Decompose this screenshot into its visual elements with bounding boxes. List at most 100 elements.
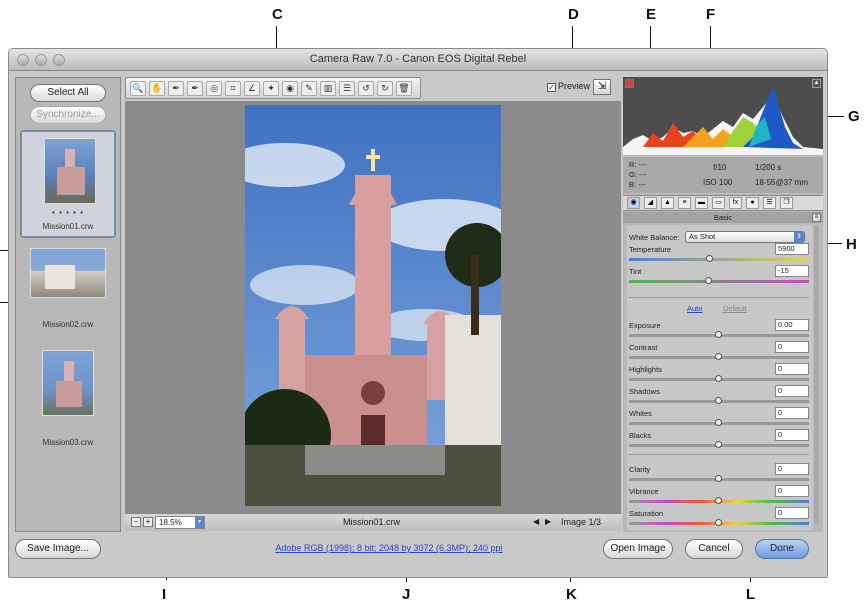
white-balance-label: White Balance: <box>629 233 680 242</box>
shutter-value: 1/200 s <box>755 163 782 172</box>
title-bar[interactable]: Camera Raw 7.0 - Canon EOS Digital Rebel <box>9 49 827 71</box>
next-image-icon[interactable]: ▶ <box>545 517 551 526</box>
whites-label: Whites <box>629 409 652 418</box>
full-screen-toggle-button[interactable]: ⇲ <box>593 79 611 95</box>
window-title: Camera Raw 7.0 - Canon EOS Digital Rebel <box>309 53 527 65</box>
filmstrip: Select All Synchronize... • • • • • Miss… <box>15 77 121 532</box>
default-link[interactable]: Default <box>723 304 747 313</box>
workflow-options-link[interactable]: Adobe RGB (1998); 8 bit; 2048 by 3072 (6… <box>219 543 559 553</box>
filmstrip-item-mission01[interactable]: • • • • • Mission01.crw <box>20 130 116 238</box>
trash-icon[interactable]: 🗑 <box>396 81 412 96</box>
blacks-knob[interactable] <box>715 441 722 448</box>
thumbnail-label: Mission02.crw <box>42 320 94 329</box>
callout-d: D <box>568 6 579 23</box>
hand-tool-icon[interactable]: ✋ <box>149 81 165 96</box>
rotate-left-icon[interactable]: ↺ <box>358 81 374 96</box>
rgb-readout-g: G: --- <box>629 170 647 179</box>
saturation-knob[interactable] <box>715 519 722 526</box>
clarity-value-field[interactable]: 0 <box>775 463 809 475</box>
adjustment-column: ▲ R: --- G: --- B: --- f/10 1/200 s ISO … <box>623 77 823 532</box>
tint-knob[interactable] <box>704 277 712 284</box>
vibrance-knob[interactable] <box>715 497 722 504</box>
highlight-clipping-warning-icon[interactable]: ▲ <box>812 79 821 88</box>
saturation-value-field[interactable]: 0 <box>775 507 809 519</box>
highlights-knob[interactable] <box>715 375 722 382</box>
divider <box>629 454 809 455</box>
shadows-knob[interactable] <box>715 397 722 404</box>
select-all-button[interactable]: Select All <box>30 84 106 102</box>
effects-tab-icon[interactable]: fx <box>729 197 742 209</box>
open-image-button[interactable]: Open Image <box>603 539 673 559</box>
whites-value-field[interactable]: 0 <box>775 407 809 419</box>
saturation-label: Saturation <box>629 509 664 518</box>
thumbnail-rating[interactable]: • • • • • <box>22 208 114 217</box>
white-balance-tool-icon[interactable]: ✒ <box>168 81 184 96</box>
contrast-value-field[interactable]: 0 <box>775 341 809 353</box>
save-image-button[interactable]: Save Image... <box>15 539 101 559</box>
zoom-in-button[interactable]: + <box>143 517 153 527</box>
contrast-label: Contrast <box>629 343 658 352</box>
filmstrip-item-mission03[interactable]: Mission03.crw <box>20 346 116 447</box>
clarity-knob[interactable] <box>715 475 722 482</box>
highlights-value-field[interactable]: 0 <box>775 363 809 375</box>
camera-calibration-tab-icon[interactable]: ● <box>746 197 759 209</box>
done-button[interactable]: Done <box>755 539 809 559</box>
vibrance-value-field[interactable]: 0 <box>775 485 809 497</box>
filmstrip-item-mission02[interactable]: Mission02.crw <box>20 244 116 334</box>
white-balance-select[interactable]: As Shot ⇕ <box>685 231 805 243</box>
split-toning-tab-icon[interactable]: ▬ <box>695 197 708 209</box>
lens-corrections-tab-icon[interactable]: ▭ <box>712 197 725 209</box>
image-count: Image 1/3 <box>561 517 602 527</box>
crop-tool-icon[interactable]: ⌗ <box>225 81 241 96</box>
checkbox-icon[interactable]: ✓ <box>547 83 556 92</box>
targeted-adjustment-tool-icon[interactable]: ◎ <box>206 81 222 96</box>
hsl-tab-icon[interactable]: ≡ <box>678 197 691 209</box>
shadow-clipping-warning-icon[interactable] <box>625 79 634 88</box>
zoom-out-button[interactable]: − <box>131 517 141 527</box>
basic-panel: White Balance: As Shot ⇕ Temperature 5900 T… <box>627 225 819 530</box>
vibrance-label: Vibrance <box>629 487 659 496</box>
spot-removal-tool-icon[interactable]: ✦ <box>263 81 279 96</box>
image-preview[interactable] <box>245 105 501 506</box>
red-eye-removal-tool-icon[interactable]: ◉ <box>282 81 298 96</box>
panel-menu-icon[interactable]: ≡ <box>812 213 821 222</box>
tint-value-field[interactable]: -15 <box>775 265 809 277</box>
straighten-tool-icon[interactable]: ∠ <box>244 81 260 96</box>
exposure-knob[interactable] <box>715 331 722 338</box>
callout-i: I <box>162 586 167 603</box>
synchronize-button[interactable]: Synchronize... <box>30 106 106 124</box>
image-preview-area[interactable] <box>125 101 621 513</box>
panel-tabs: ◉ ◢ ▲ ≡ ▬ ▭ fx ● ☰ ❐ <box>623 195 823 211</box>
blacks-value-field[interactable]: 0 <box>775 429 809 441</box>
detail-tab-icon[interactable]: ▲ <box>661 197 674 209</box>
whites-knob[interactable] <box>715 419 722 426</box>
shadows-value-field[interactable]: 0 <box>775 385 809 397</box>
auto-link[interactable]: Auto <box>687 304 702 313</box>
adjustment-brush-icon[interactable]: ✎ <box>301 81 317 96</box>
camera-raw-window: Camera Raw 7.0 - Canon EOS Digital Rebel… <box>8 48 828 578</box>
temperature-value-field[interactable]: 5900 <box>775 243 809 255</box>
zoom-level-select[interactable]: 18.5% ▾ <box>155 516 205 529</box>
preview-checkbox[interactable]: ✓ Preview <box>547 81 590 92</box>
divider <box>629 297 809 298</box>
tint-track[interactable] <box>629 280 809 283</box>
rotate-right-icon[interactable]: ↻ <box>377 81 393 96</box>
cancel-button[interactable]: Cancel <box>685 539 743 559</box>
white-balance-value: As Shot <box>689 232 716 241</box>
panel-scrollbar[interactable] <box>814 225 819 525</box>
graduated-filter-icon[interactable]: ▥ <box>320 81 336 96</box>
basic-tab-icon[interactable]: ◉ <box>627 197 640 209</box>
presets-tab-icon[interactable]: ☰ <box>763 197 776 209</box>
temperature-track[interactable] <box>629 258 809 261</box>
callout-h: H <box>846 236 857 253</box>
previous-image-icon[interactable]: ◀ <box>533 517 539 526</box>
tone-curve-tab-icon[interactable]: ◢ <box>644 197 657 209</box>
color-sampler-tool-icon[interactable]: ✒ <box>187 81 203 96</box>
chevron-down-icon: ▾ <box>195 517 204 528</box>
preferences-icon[interactable]: ☰ <box>339 81 355 96</box>
snapshots-tab-icon[interactable]: ❐ <box>780 197 793 209</box>
exposure-value-field[interactable]: 0.00 <box>775 319 809 331</box>
zoom-tool-icon[interactable]: 🔍 <box>130 81 146 96</box>
contrast-knob[interactable] <box>715 353 722 360</box>
highlights-label: Highlights <box>629 365 662 374</box>
